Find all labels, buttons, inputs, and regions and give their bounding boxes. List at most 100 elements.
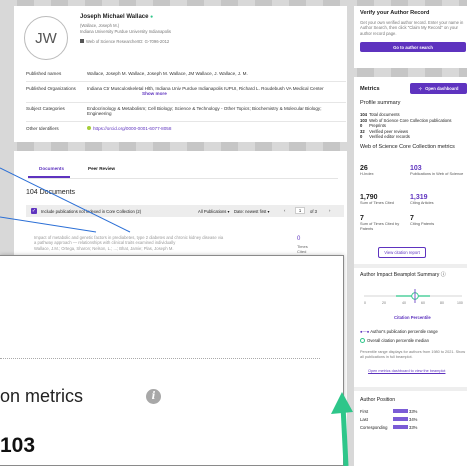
metric-publications[interactable]: 103 Publications in Web of Science (410, 165, 464, 177)
document-snippet: Impact of metabolic and genetic factors … (34, 235, 274, 251)
info-row-other-identifiers: Other Identifiers https://orcid.org/0000-… (26, 126, 346, 131)
metric-label: Citing Patents (410, 221, 435, 226)
prev-page-icon[interactable]: ‹ (284, 208, 285, 213)
snippet-line: Wallace, J.M.; Ortega, Sharon; Nelson, L… (34, 245, 174, 251)
metric-label: Sum of Times Cited by Patents (360, 221, 400, 231)
author-search-button[interactable]: Go to author search (360, 42, 466, 52)
orcid-link[interactable]: https://orcid.org/0000-0001-6077-8058 (93, 126, 171, 131)
info-row-subject-categories: Subject Categories Endocrinology & Metabo… (26, 106, 346, 116)
summary-label: Verified peer reviews (369, 128, 409, 134)
author-affiliation: Indiana University Purdue University Ind… (80, 29, 172, 34)
avatar-initials: JW (35, 29, 57, 47)
include-publications-label: Include publications not indexed in Core… (41, 208, 142, 214)
summary-num: 0 (360, 134, 363, 139)
metric-label: H-Index (360, 171, 374, 176)
tab-peer-review[interactable]: Peer Review (88, 166, 115, 171)
section-divider (354, 264, 467, 268)
beamplot-title-text: Author Impact Beamplot Summary (360, 272, 440, 278)
position-row: Corresponding 33% (360, 424, 466, 432)
page-of-label: of 3 (310, 208, 317, 214)
summary-label: Total documents (369, 112, 400, 117)
profile-summary-title: Profile summary (360, 100, 401, 106)
legend-circle-icon (360, 338, 365, 344)
position-bar (393, 417, 408, 421)
metric-citing-patents: 7 Citing Patents (410, 215, 464, 227)
summary-label: Preprints (369, 123, 386, 128)
documents-count: 104 Documents (26, 189, 76, 196)
beamplot-axis-label: Citation Percentile (394, 315, 431, 320)
tabs-divider (28, 178, 338, 179)
sort-select[interactable]: Date: newest first ▾ (234, 209, 270, 214)
dotted-divider (0, 358, 320, 359)
position-bar (393, 409, 408, 413)
zoom-overlay: on metrics i 103 (0, 255, 344, 466)
beamplot-dashboard-link[interactable]: Open metrics dashboard to view the beamp… (368, 369, 445, 374)
zoom-number: 103 (0, 434, 36, 457)
info-row-organizations: Published Organizations Indiana Ctr Muscu… (26, 86, 346, 96)
page-input[interactable]: 1 (295, 207, 305, 214)
info-value-text: Indiana Ctr Musculoskeletal Hlth, Indian… (87, 86, 324, 91)
researcher-id-text: Web of Science ResearcherID: G-7096-2012 (86, 39, 170, 44)
times-cited-label: Times Cited (297, 244, 308, 254)
info-value: Wallace, Joseph M. Wallace, Joseph M. Wa… (87, 71, 248, 76)
info-value: https://orcid.org/0000-0001-6077-8058 (87, 126, 346, 131)
metrics-card: Metrics ⊹ Open dashboard Profile summary … (354, 77, 467, 466)
metric-label: Citing Articles (410, 200, 434, 205)
next-page-icon[interactable]: › (329, 208, 330, 213)
position-value: 33% (409, 409, 418, 414)
legend-overall: Overall citation percentile median (360, 338, 429, 344)
info-value: Endocrinology & Metabolism; Cell Biology… (87, 106, 322, 116)
metric-label: Sum of Times Cited (360, 200, 394, 205)
beamplot-title: Author Impact Beamplot Summary ⓘ (360, 271, 446, 278)
position-label: First (360, 409, 369, 414)
legend-median-text: Author's publication percentile range (370, 329, 438, 334)
section-divider (354, 387, 467, 391)
divider (26, 102, 346, 103)
position-row: Last 34% (360, 416, 466, 424)
divider (26, 81, 346, 82)
metric-citing-articles[interactable]: 1,319 Citing Articles (410, 194, 464, 206)
position-label: Corresponding (360, 425, 388, 430)
position-bar (393, 425, 408, 429)
metric-h-index: 26 H-Index (360, 165, 408, 177)
info-icon[interactable]: ⓘ (441, 272, 446, 278)
verify-card: Verify your Author Record Get your own v… (354, 6, 467, 68)
metric-sum-cited-patents: 7 Sum of Times Cited by Patents (360, 215, 408, 231)
summary-list: 104 Total documents 103 Web of Science C… (360, 112, 466, 140)
legend-overall-text: Overall citation percentile median (367, 338, 429, 343)
tab-documents[interactable]: Documents (39, 166, 64, 171)
beamplot-tick: 0 (364, 301, 366, 305)
zoom-label: on metrics (0, 386, 84, 406)
beamplot-tick: 40 (402, 301, 406, 305)
show-more-link[interactable]: Show more (142, 91, 167, 96)
green-check-icon: ● (150, 14, 154, 20)
checkbox-checked-icon[interactable]: ✓ (31, 208, 37, 214)
researcherid-icon (80, 39, 84, 43)
metrics-title: Metrics (360, 86, 380, 92)
position-value: 34% (409, 417, 418, 422)
beamplot-note: Percentile range displays for authors fr… (360, 350, 466, 359)
metric-sum-times-cited: 1,790 Sum of Times Cited (360, 194, 408, 206)
beamplot-tick: 100 (457, 301, 463, 305)
open-dashboard-button[interactable]: ⊹ Open dashboard (410, 83, 467, 94)
position-label: Last (360, 417, 368, 422)
info-label: Published names (26, 71, 62, 76)
author-name-text: Joseph Michael Wallace (80, 14, 149, 20)
filter-select[interactable]: All Publications ▾ (198, 209, 230, 214)
divider (26, 121, 346, 122)
info-value: Indiana Ctr Musculoskeletal Hlth, Indian… (87, 86, 346, 96)
avatar: JW (24, 16, 68, 60)
info-row-published-names: Published names Wallace, Joseph M. Wallac… (26, 71, 346, 76)
times-cited-count[interactable]: 0 (297, 236, 300, 242)
info-label: Other Identifiers (26, 126, 59, 131)
info-icon[interactable]: i (146, 389, 161, 404)
position-row: First 33% (360, 408, 466, 416)
wos-metrics-title: Web of Science Core Collection metrics (360, 144, 455, 150)
verify-text: Get your own verified author record. Ent… (360, 20, 464, 36)
beamplot-chart (364, 289, 462, 303)
dashboard-icon: ⊹ (418, 86, 423, 91)
legend-median: ●—● Author's publication percentile rang… (360, 329, 438, 334)
open-dashboard-label: Open dashboard (425, 86, 459, 91)
view-citation-report-button[interactable]: View citation report (378, 247, 426, 258)
position-value: 33% (409, 425, 418, 430)
